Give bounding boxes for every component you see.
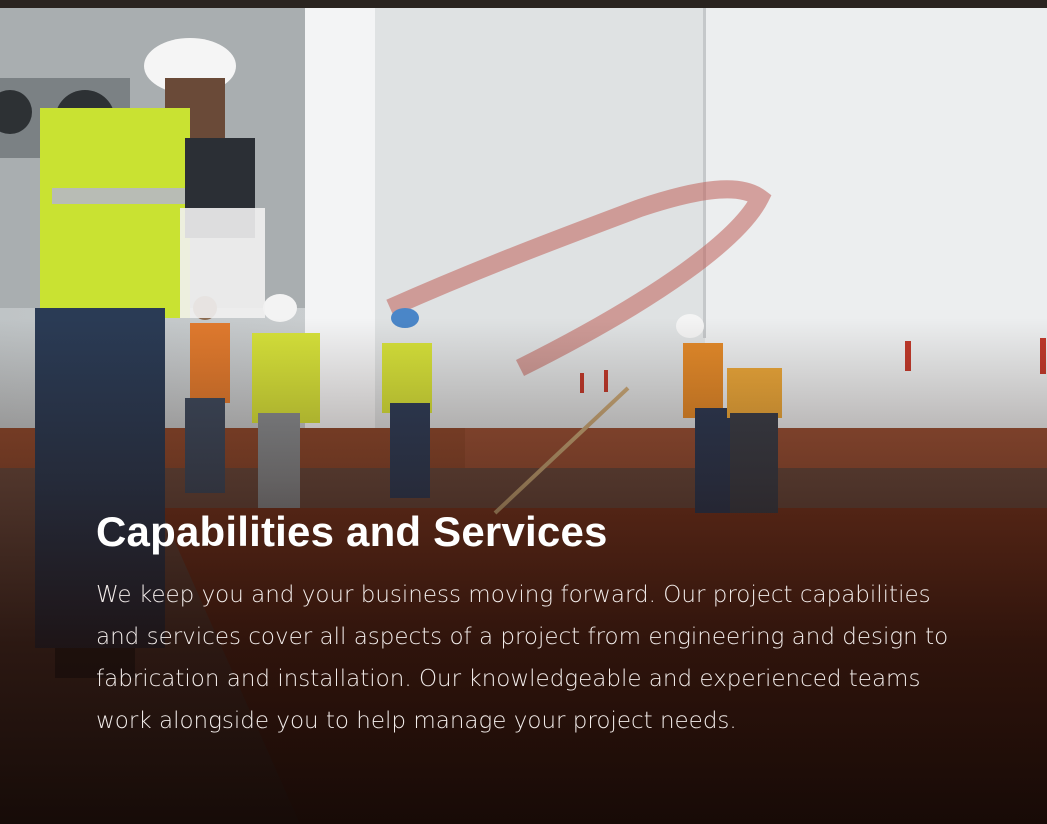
hero-content: Capabilities and Services We keep you an… [96, 508, 966, 742]
page-title: Capabilities and Services [96, 508, 608, 555]
hero-description: We keep you and your business moving for… [96, 582, 949, 734]
top-bar [0, 0, 1047, 8]
hero-section: Capabilities and Services We keep you an… [0, 8, 1047, 824]
